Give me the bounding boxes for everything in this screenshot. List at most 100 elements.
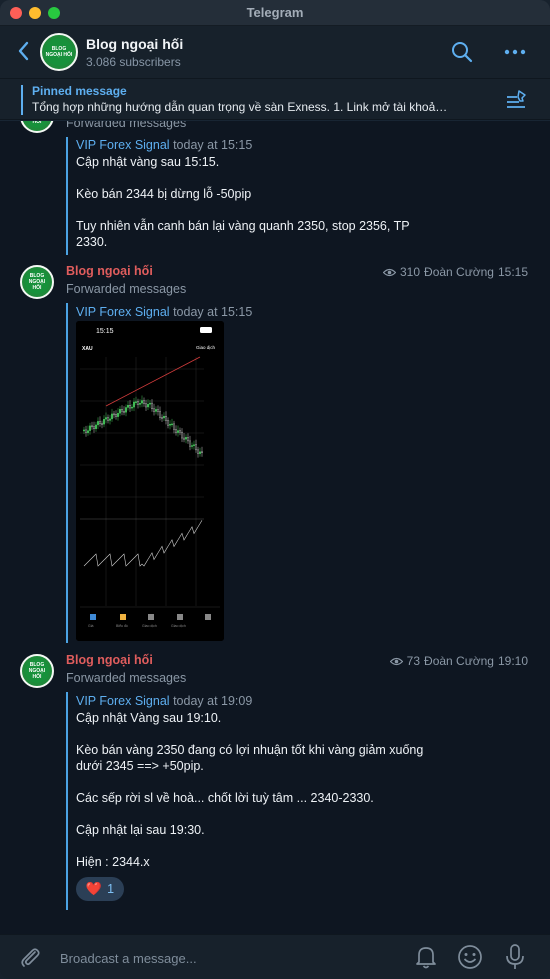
quote-bar — [66, 137, 68, 255]
forward-source[interactable]: VIP Forex Signal today at 15:15 — [76, 138, 252, 152]
svg-text:Giá: Giá — [88, 624, 94, 628]
candle-body — [161, 417, 163, 419]
more-icon[interactable] — [503, 40, 527, 64]
composer-bar — [0, 934, 550, 979]
candle-body — [181, 431, 183, 439]
message-text-line: Hiện : 2344.x — [76, 855, 150, 869]
message-list[interactable]: BLOG NGOẠI HỐI Forwarded messages VIP Fo… — [0, 121, 550, 934]
emoji-icon[interactable] — [457, 944, 483, 970]
candle-body — [139, 403, 141, 405]
message-time: 19:10 — [497, 654, 528, 668]
forwarded-label: Forwarded messages — [66, 282, 187, 296]
svg-text:Biểu đồ: Biểu đồ — [116, 624, 128, 628]
candle-body — [179, 430, 181, 433]
paperclip-icon[interactable] — [18, 945, 42, 969]
message-text-line: 2330. — [76, 235, 108, 249]
forward-source-name[interactable]: VIP Forex Signal — [76, 138, 170, 152]
forward-source[interactable]: VIP Forex Signal today at 19:09 — [76, 694, 252, 708]
message-text-line: Tuy nhiên vẫn canh bán lại vàng quanh 23… — [76, 219, 410, 233]
candle-body — [85, 429, 87, 433]
candle-body — [163, 416, 165, 419]
message-text-line: dưới 2345 ==> +50pip. — [76, 759, 204, 773]
pinned-indicator — [21, 85, 23, 115]
forward-source-name[interactable]: VIP Forex Signal — [76, 694, 170, 708]
title-bar: Telegram — [0, 0, 550, 26]
channel-name[interactable]: Blog ngoại hối — [86, 36, 183, 52]
candle-body — [177, 430, 179, 433]
candle-body — [133, 401, 135, 408]
microphone-icon[interactable] — [503, 943, 527, 971]
bell-icon[interactable] — [414, 944, 438, 970]
pinned-message-bar[interactable]: Pinned message Tổng hợp những hướng dẫn … — [0, 78, 550, 120]
forward-source-time: today at 19:09 — [173, 694, 253, 708]
message-text-line: Kèo bán 2344 bị dừng lỗ -50pip — [76, 187, 252, 201]
candle-body — [101, 423, 103, 425]
candle-body — [201, 451, 203, 454]
candle-body — [193, 444, 195, 446]
channel-avatar[interactable]: BLOG NGOẠI HỐI — [40, 33, 78, 71]
view-count: 73 — [406, 654, 421, 668]
candle-body — [191, 445, 193, 447]
candle-body — [119, 408, 121, 414]
candle-body — [123, 410, 125, 413]
candle-body — [129, 404, 131, 409]
forward-source-name[interactable]: VIP Forex Signal — [76, 305, 170, 319]
candle-body — [159, 411, 161, 418]
candle-body — [135, 401, 137, 403]
sender-name[interactable]: Blog ngoại hối — [66, 653, 153, 667]
candle-body — [199, 451, 201, 454]
candle-body — [121, 408, 123, 412]
candle-body — [149, 402, 151, 405]
sender-name[interactable]: Blog ngoại hối — [66, 264, 153, 278]
candle-body — [107, 417, 109, 421]
candle-body — [93, 426, 95, 430]
pinned-list-icon[interactable] — [505, 89, 527, 111]
candle-body — [89, 425, 91, 431]
candle-body — [141, 400, 143, 404]
candle-body — [173, 423, 175, 430]
message-text-line: Cập nhật vàng sau 15:15. — [76, 155, 220, 169]
candle-body — [109, 418, 111, 421]
candle-body — [171, 423, 173, 426]
candle-body — [187, 437, 189, 442]
chart-screenshot-image[interactable]: 15:15 XAU Giao dịch Giá Biểu đồ Giao dịc… — [76, 321, 224, 641]
message-text-line: Cập nhật Vàng sau 19:10. — [76, 711, 222, 725]
svg-text:Giao dịch: Giao dịch — [171, 624, 186, 628]
message-meta: 310 Đoàn Cường 15:15 — [383, 265, 528, 279]
subscriber-count: 3.086 subscribers — [86, 55, 181, 69]
sender-avatar[interactable]: BLOG NGOẠI HỐI — [20, 654, 54, 688]
view-count: 310 — [400, 265, 421, 279]
candle-body — [147, 404, 149, 408]
post-author: Đoàn Cường — [424, 654, 494, 668]
phone-symbol: XAU — [82, 346, 93, 352]
quote-bar — [66, 303, 68, 643]
message-input[interactable] — [60, 948, 380, 968]
candle-body — [105, 417, 107, 420]
message-meta: 73 Đoàn Cường 19:10 — [389, 654, 528, 668]
sender-avatar[interactable]: BLOG NGOẠI HỐI — [20, 265, 54, 299]
telegram-window: Telegram BLOG NGOẠI HỐI Blog ngoại hối 3… — [0, 0, 550, 979]
phone-chart: 15:15 XAU Giao dịch Giá Biểu đồ Giao dịc… — [76, 321, 224, 641]
candle-body — [145, 403, 147, 408]
message-text-line: Các sếp rời sl về hoà... chốt lời tuỳ tâ… — [76, 791, 374, 805]
forward-source[interactable]: VIP Forex Signal today at 15:15 — [76, 305, 252, 319]
candle-body — [165, 416, 167, 421]
quote-bar — [66, 692, 68, 910]
candle-body — [95, 424, 97, 430]
forwarded-label: Forwarded messages — [66, 121, 187, 130]
heart-icon: ❤️ — [85, 881, 103, 896]
eye-icon — [389, 657, 403, 665]
candle-body — [185, 437, 187, 440]
candle-body — [91, 425, 93, 428]
candle-body — [153, 408, 155, 412]
reaction-heart[interactable]: ❤️ 1 — [76, 877, 124, 901]
search-icon[interactable] — [450, 40, 474, 64]
back-arrow-icon[interactable] — [16, 40, 32, 62]
pinned-label: Pinned message — [32, 84, 127, 98]
message-text-line: Cập nhật lại sau 19:30. — [76, 823, 205, 837]
sender-avatar[interactable]: BLOG NGOẠI HỐI — [20, 121, 54, 133]
candle-body — [197, 449, 199, 454]
candle-body — [111, 413, 113, 420]
message-time: 15:15 — [497, 265, 528, 279]
candle-body — [157, 409, 159, 412]
